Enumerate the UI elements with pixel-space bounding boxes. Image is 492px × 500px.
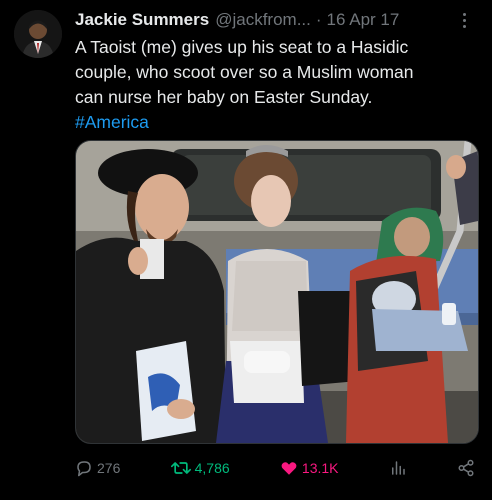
share-icon [458,459,474,477]
retweet-button[interactable]: 4,786 [170,459,230,477]
like-icon [281,462,297,475]
reply-count: 276 [97,460,121,476]
like-button[interactable]: 13.1K [280,459,339,477]
avatar[interactable] [14,10,62,58]
share-button[interactable] [457,459,475,477]
reply-icon [77,461,91,477]
tweet-text: A Taoist (me) gives up his seat to a Has… [75,35,475,135]
hashtag-link[interactable]: #America [75,110,475,135]
subway-photo [76,141,478,443]
tweet-text-line: A Taoist (me) gives up his seat to a Has… [75,37,409,57]
retweet-icon [170,462,191,474]
views-icon [391,461,405,475]
tweet-photo[interactable] [75,140,479,444]
tweet-text-line: couple, who scoot over so a Muslim woman [75,62,414,82]
author-handle[interactable]: @jackfrom... [215,10,311,30]
reply-button[interactable]: 276 [75,459,120,477]
like-count: 13.1K [301,460,339,476]
action-bar: 276 4,786 13.1K [75,455,475,481]
tweet-text-line: can nurse her baby on Easter Sunday. [75,87,373,107]
author-name[interactable]: Jackie Summers [75,10,209,30]
tweet-header: Jackie Summers @jackfrom... · 16 Apr 17 [75,8,452,32]
more-icon[interactable] [454,10,474,30]
views-button[interactable] [389,459,407,477]
tweet: Jackie Summers @jackfrom... · 16 Apr 17 … [0,0,492,500]
retweet-count: 4,786 [194,460,230,476]
tweet-date[interactable]: 16 Apr 17 [327,10,400,30]
separator: · [315,10,322,29]
